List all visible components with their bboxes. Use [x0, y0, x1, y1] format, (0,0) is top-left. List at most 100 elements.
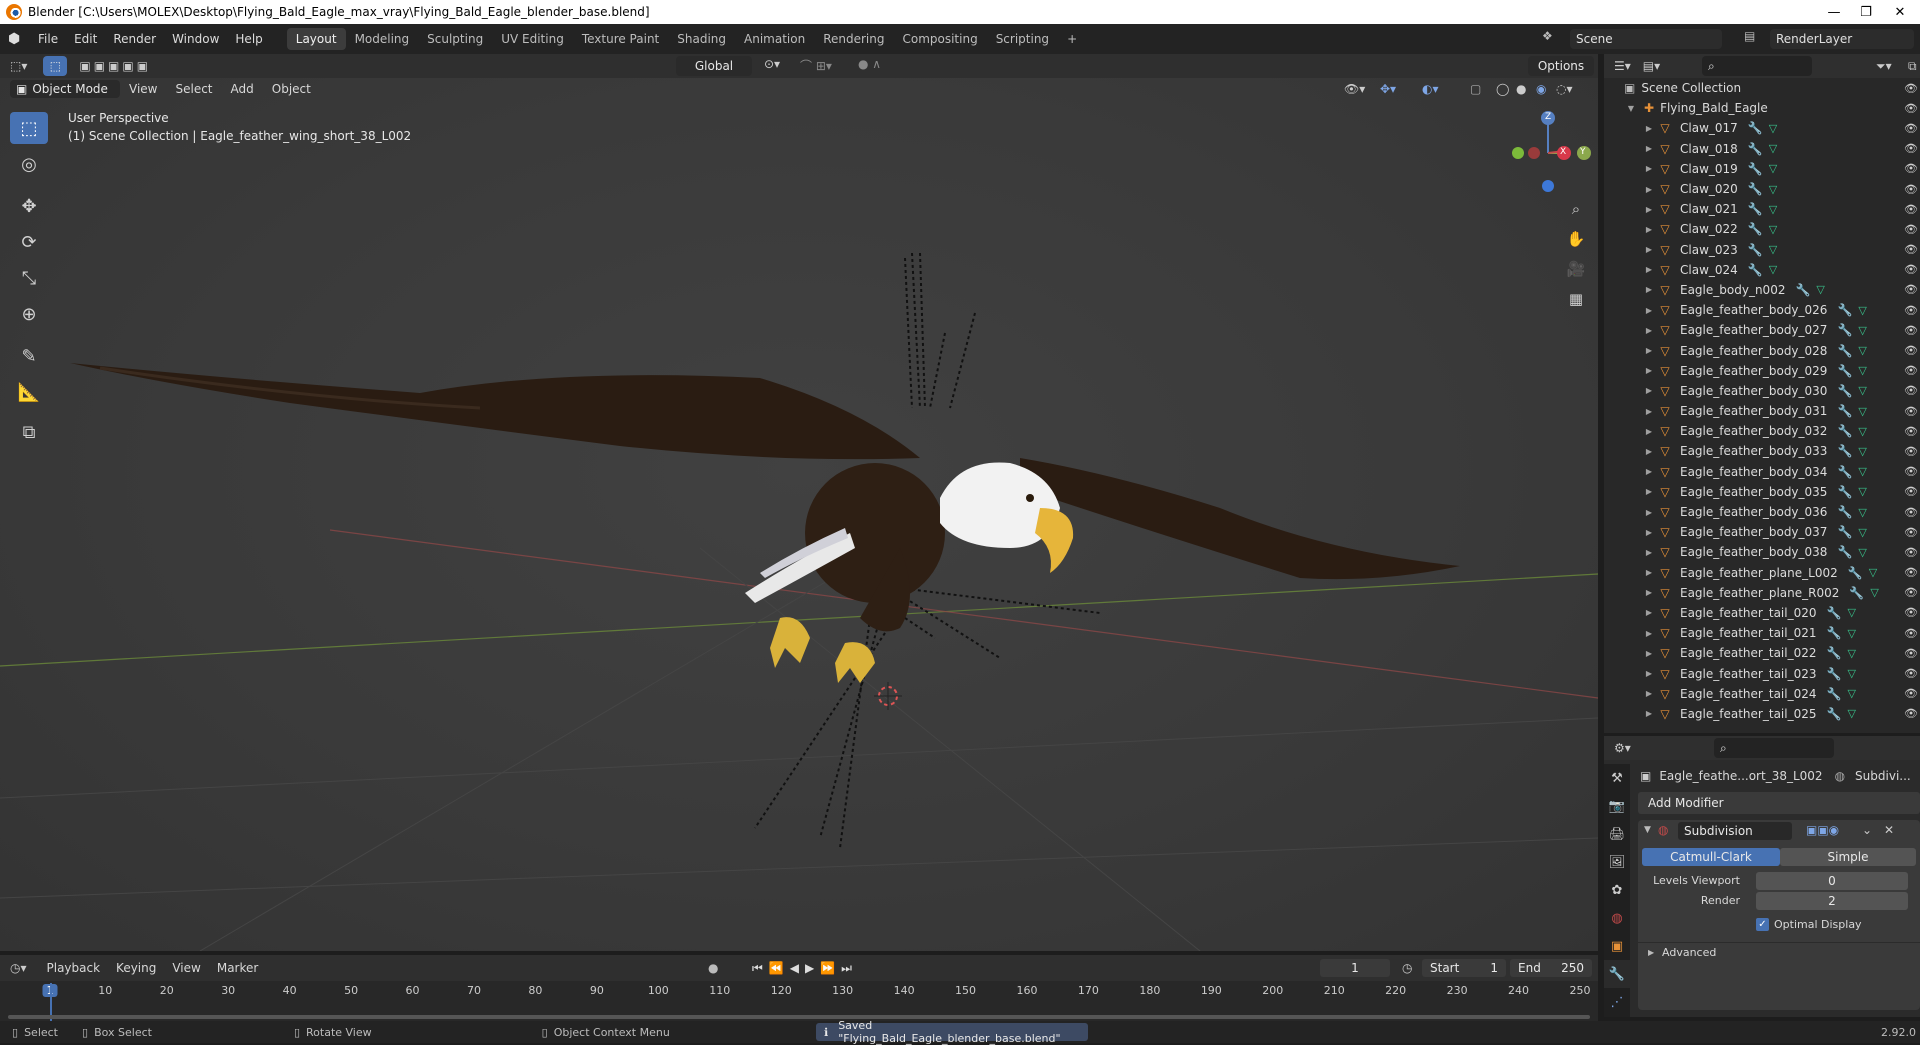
modifier-wrench-icon[interactable]: 🔧 — [1837, 505, 1852, 519]
3d-viewport[interactable]: Z X Y User Perspective (1) Scene Collect… — [0, 78, 1598, 951]
view-layer-tab-icon[interactable]: 🖼 — [1604, 848, 1630, 876]
mesh-data-icon[interactable]: ▽ — [1769, 142, 1777, 155]
modifier-wrench-icon[interactable]: 🔧 — [1849, 586, 1864, 600]
selection-mode-icons[interactable]: ▣▣▣▣▣ — [79, 59, 151, 73]
outliner-row[interactable]: ▶ ▽ Eagle_feather_body_030 🔧 ▽ 👁 — [1604, 381, 1920, 401]
modifier-wrench-icon[interactable]: 🔧 — [1837, 344, 1852, 358]
outliner-row[interactable]: ▶ ▽ Eagle_feather_tail_022 🔧 ▽ 👁 — [1604, 643, 1920, 663]
modifier-wrench-icon[interactable]: 🔧 — [1748, 243, 1763, 257]
eye-icon[interactable]: 👁 — [1904, 142, 1918, 155]
viewport-menu-object[interactable]: Object — [263, 82, 320, 96]
eye-icon[interactable]: 👁 — [1904, 566, 1918, 579]
timeline[interactable]: 1102030405060708090100110120130140150160… — [0, 981, 1598, 1021]
advanced-expand-icon[interactable]: ▶ — [1648, 948, 1654, 957]
close-button[interactable]: ✕ — [1880, 0, 1920, 24]
outliner-row[interactable]: ▶ ▽ Eagle_feather_tail_023 🔧 ▽ 👁 — [1604, 663, 1920, 683]
mesh-data-icon[interactable]: ▽ — [1769, 122, 1777, 135]
timeline-scrollbar[interactable] — [8, 1015, 1590, 1019]
mesh-data-icon[interactable]: ▽ — [1858, 304, 1866, 317]
gizmo-z-label[interactable]: Z — [1545, 112, 1551, 122]
pivot-icon[interactable]: ⊙▾ — [764, 57, 780, 71]
eye-icon[interactable]: 👁 — [1904, 707, 1918, 720]
eye-icon[interactable]: 👁 — [1904, 405, 1918, 418]
blender-menu-icon[interactable]: ⬢ — [8, 31, 30, 47]
expand-arrow-icon[interactable]: ▶ — [1642, 386, 1656, 395]
mesh-data-icon[interactable]: ▽ — [1858, 546, 1866, 559]
panel-collapse-arrow-icon[interactable]: ▼ — [1644, 825, 1651, 835]
eye-icon[interactable]: 👁 — [1904, 102, 1918, 115]
eye-icon[interactable]: 👁 — [1904, 82, 1918, 95]
modifier-wrench-icon[interactable]: 🔧 — [1748, 121, 1763, 135]
modifier-wrench-icon[interactable]: 🔧 — [1748, 142, 1763, 156]
new-collection-icon[interactable]: ⧉ — [1908, 59, 1917, 74]
outliner-row[interactable]: ▶ ▽ Eagle_feather_body_037 🔧 ▽ 👁 — [1604, 522, 1920, 542]
eye-icon[interactable]: 👁 — [1904, 283, 1918, 296]
eye-icon[interactable]: 👁 — [1904, 162, 1918, 175]
expand-arrow-icon[interactable]: ▶ — [1642, 689, 1656, 698]
mesh-data-icon[interactable]: ▽ — [1858, 364, 1866, 377]
outliner-row[interactable]: ▶ ▽ Claw_022 🔧 ▽ 👁 — [1604, 219, 1920, 239]
modifier-wrench-icon[interactable]: 🔧 — [1748, 263, 1763, 277]
ortho-grid-icon[interactable]: ▦ — [1564, 287, 1588, 311]
eye-icon[interactable]: 👁 — [1904, 465, 1918, 478]
eye-icon[interactable]: 👁 — [1904, 364, 1918, 377]
modifier-wrench-icon[interactable]: 🔧 — [1837, 323, 1852, 337]
overlay-toggle-icon[interactable]: ◐▾ — [1422, 82, 1439, 96]
modifier-wrench-icon[interactable]: 🔧 — [1827, 707, 1842, 721]
playback-controls-icons[interactable]: ⏮⏪◀▶⏩⏭ — [752, 961, 858, 976]
mesh-data-icon[interactable]: ▽ — [1858, 405, 1866, 418]
expand-arrow-icon[interactable]: ▶ — [1642, 326, 1656, 335]
mesh-data-icon[interactable]: ▽ — [1858, 485, 1866, 498]
tab-compositing[interactable]: Compositing — [893, 28, 986, 50]
mesh-data-icon[interactable]: ▽ — [1847, 606, 1855, 619]
eye-icon[interactable]: 👁 — [1904, 627, 1918, 640]
expand-arrow-icon[interactable]: ▶ — [1642, 265, 1656, 274]
outliner-row[interactable]: ▶ ▽ Eagle_feather_tail_024 🔧 ▽ 👁 — [1604, 684, 1920, 704]
eye-icon[interactable]: 👁 — [1904, 647, 1918, 660]
options-dropdown[interactable]: Options — [1528, 56, 1594, 76]
tab-scripting[interactable]: Scripting — [987, 28, 1058, 50]
eye-icon[interactable]: 👁 — [1904, 203, 1918, 216]
outliner-row[interactable]: ▶ ▽ Claw_023 🔧 ▽ 👁 — [1604, 240, 1920, 260]
mesh-data-icon[interactable]: ▽ — [1858, 344, 1866, 357]
move-tool-icon[interactable]: ✥ — [10, 190, 48, 222]
mesh-data-icon[interactable]: ▽ — [1858, 445, 1866, 458]
outliner-row[interactable]: ▶ ▽ Eagle_feather_plane_L002 🔧 ▽ 👁 — [1604, 563, 1920, 583]
object-tab-icon[interactable]: ▣ — [1604, 932, 1630, 960]
mesh-data-icon[interactable]: ▽ — [1858, 526, 1866, 539]
eye-icon[interactable]: 👁 — [1904, 506, 1918, 519]
eye-icon[interactable]: 👁 — [1904, 243, 1918, 256]
modifier-wrench-icon[interactable]: 🔧 — [1748, 202, 1763, 216]
tab-sculpting[interactable]: Sculpting — [418, 28, 492, 50]
modifier-wrench-icon[interactable]: 🔧 — [1748, 182, 1763, 196]
outliner-editor-icon[interactable]: ☰▾ — [1614, 59, 1631, 73]
outliner-row[interactable]: ▶ ▽ Claw_017 🔧 ▽ 👁 — [1604, 118, 1920, 138]
modifier-wrench-icon[interactable]: 🔧 — [1827, 687, 1842, 701]
expand-arrow-icon[interactable]: ▶ — [1642, 608, 1656, 617]
modifier-wrench-icon[interactable]: 🔧 — [1795, 283, 1810, 297]
world-tab-icon[interactable]: ◍ — [1604, 904, 1630, 932]
eye-icon[interactable]: 👁 — [1904, 263, 1918, 276]
outliner-row[interactable]: ▶ ▽ Claw_019 🔧 ▽ 👁 — [1604, 159, 1920, 179]
mode-dropdown[interactable]: ▣ Object Mode — [10, 80, 120, 98]
gizmo-x-label[interactable]: X — [1560, 147, 1566, 157]
modifier-visibility-icons[interactable]: ▣▣◉ — [1806, 823, 1839, 837]
tool-tab-icon[interactable]: ⚒ — [1604, 764, 1630, 792]
modifier-menu-chevron-icon[interactable]: ⌄ — [1862, 823, 1872, 837]
timeline-ruler[interactable]: 1102030405060708090100110120130140150160… — [0, 981, 1598, 1001]
advanced-subpanel[interactable]: Advanced — [1662, 946, 1716, 959]
tab-texture-paint[interactable]: Texture Paint — [573, 28, 668, 50]
modifier-wrench-icon[interactable]: 🔧 — [1837, 384, 1852, 398]
measure-tool-icon[interactable]: 📐 — [10, 376, 48, 408]
expand-arrow-icon[interactable]: ▶ — [1642, 124, 1656, 133]
outliner-row[interactable]: ▶ ▽ Eagle_body_n002 🔧 ▽ 👁 — [1604, 280, 1920, 300]
tab-animation[interactable]: Animation — [735, 28, 814, 50]
outliner-row[interactable]: ▶ ▽ Eagle_feather_body_031 🔧 ▽ 👁 — [1604, 401, 1920, 421]
outliner-collection-row[interactable]: ▼ ✚ Flying_Bald_Eagle 👁 — [1604, 98, 1920, 118]
rendered-shading-icon[interactable]: ◌▾ — [1556, 82, 1573, 96]
levels-viewport-field[interactable]: 0 — [1756, 872, 1908, 890]
mesh-data-icon[interactable]: ▽ — [1769, 162, 1777, 175]
mesh-data-icon[interactable]: ▽ — [1847, 667, 1855, 680]
add-workspace-button[interactable]: + — [1058, 28, 1086, 50]
snap-icon[interactable]: ⌒ ⊞▾ — [800, 57, 832, 74]
